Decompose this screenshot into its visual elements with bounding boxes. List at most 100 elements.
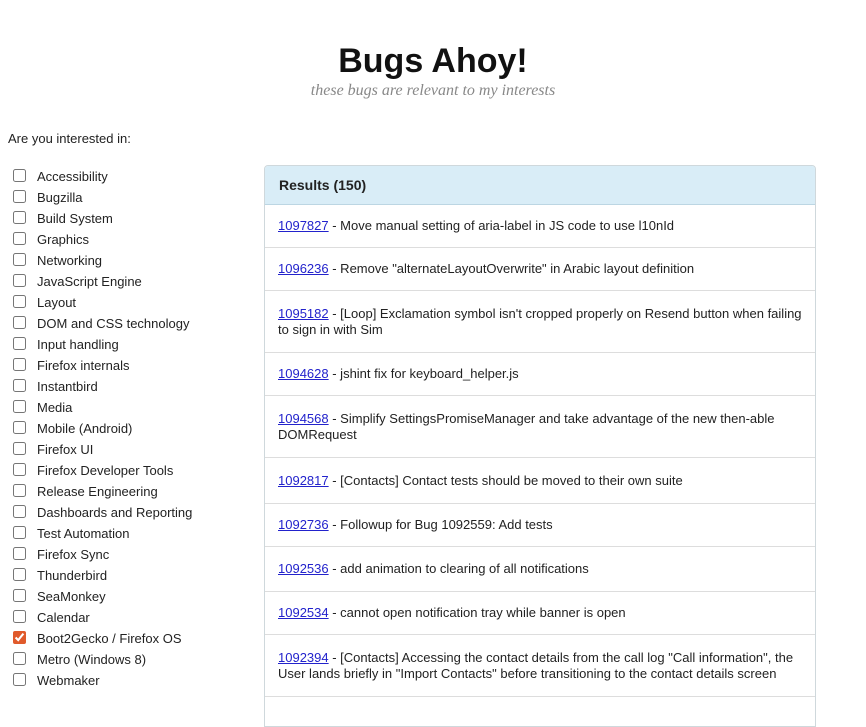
- bug-summary: - add animation to clearing of all notif…: [328, 561, 589, 576]
- results-header: Results (150): [265, 166, 815, 205]
- bug-text: 1095182 - [Loop] Exclamation symbol isn'…: [278, 306, 807, 338]
- topic-checkbox[interactable]: [13, 169, 26, 182]
- topic-checkbox[interactable]: [13, 379, 26, 392]
- topic-label: Release Engineering: [37, 484, 158, 499]
- page-title: Bugs Ahoy!: [338, 42, 528, 80]
- topic-label: Bugzilla: [37, 190, 83, 205]
- topic-checkbox[interactable]: [13, 610, 26, 623]
- topic-item[interactable]: Firefox internals: [12, 356, 252, 377]
- topic-label: Build System: [37, 211, 113, 226]
- topic-checkbox[interactable]: [13, 547, 26, 560]
- bug-row: 1096236 - Remove "alternateLayoutOverwri…: [265, 248, 815, 291]
- topic-item[interactable]: Thunderbird: [12, 566, 252, 587]
- topic-checkbox[interactable]: [13, 253, 26, 266]
- bug-link[interactable]: 1092736: [278, 517, 329, 532]
- topic-checkbox[interactable]: [13, 232, 26, 245]
- topic-item[interactable]: Instantbird: [12, 377, 252, 398]
- topic-checkbox[interactable]: [13, 589, 26, 602]
- topic-checkbox[interactable]: [13, 337, 26, 350]
- topic-checkbox[interactable]: [13, 505, 26, 518]
- bug-link[interactable]: 1092394: [278, 650, 329, 665]
- topic-item[interactable]: Mobile (Android): [12, 419, 252, 440]
- bug-row: 1097827 - Move manual setting of aria-la…: [265, 205, 815, 248]
- topic-label: Calendar: [37, 610, 90, 625]
- topic-checkbox[interactable]: [13, 568, 26, 581]
- topic-label: Input handling: [37, 337, 119, 352]
- bug-text: 1092534 - cannot open notification tray …: [278, 605, 626, 621]
- bug-link[interactable]: 1092534: [278, 605, 329, 620]
- topic-item[interactable]: Boot2Gecko / Firefox OS: [12, 629, 252, 650]
- topic-item[interactable]: Firefox UI: [12, 440, 252, 461]
- topic-item[interactable]: DOM and CSS technology: [12, 314, 252, 335]
- topic-label: Firefox UI: [37, 442, 94, 457]
- topic-checkbox[interactable]: [13, 526, 26, 539]
- topic-item[interactable]: Metro (Windows 8): [12, 650, 252, 671]
- bug-summary: - [Contacts] Contact tests should be mov…: [328, 472, 683, 488]
- topic-label: Thunderbird: [37, 568, 108, 583]
- bug-summary: - Followup for Bug 1092559: Add tests: [328, 517, 553, 532]
- topic-item[interactable]: Dashboards and Reporting: [12, 503, 252, 524]
- bug-row: 1094568 - Simplify SettingsPromiseManage…: [265, 396, 815, 458]
- topic-label: Layout: [37, 295, 77, 310]
- topic-checkbox[interactable]: [13, 463, 26, 476]
- bug-link[interactable]: 1096236: [278, 261, 329, 276]
- topic-item[interactable]: Networking: [12, 251, 252, 272]
- bug-text: 1094628 - jshint fix for keyboard_helper…: [278, 366, 519, 382]
- topic-checkbox[interactable]: [13, 358, 26, 371]
- topic-label: Instantbird: [37, 379, 98, 394]
- topic-checkbox[interactable]: [13, 190, 26, 203]
- bug-row: 1092394 - [Contacts] Accessing the conta…: [265, 635, 815, 697]
- topic-item[interactable]: Webmaker: [12, 671, 252, 692]
- bug-link[interactable]: 1094628: [278, 366, 329, 381]
- bug-link[interactable]: 1092817: [278, 473, 329, 488]
- bug-summary: - jshint fix for keyboard_helper.js: [328, 366, 519, 381]
- topic-label: DOM and CSS technology: [37, 316, 190, 331]
- bug-link[interactable]: 1092536: [278, 561, 329, 576]
- topic-checkbox-list: Accessibility Bugzilla Build System Graphic…: [12, 167, 252, 692]
- topic-item[interactable]: Calendar: [12, 608, 252, 629]
- topic-checkbox[interactable]: [13, 673, 26, 686]
- topic-checkbox[interactable]: [13, 211, 26, 224]
- bug-row: 1092736 - Followup for Bug 1092559: Add …: [265, 504, 815, 547]
- topic-item[interactable]: Build System: [12, 209, 252, 230]
- topic-item[interactable]: JavaScript Engine: [12, 272, 252, 293]
- topic-checkbox[interactable]: [13, 652, 26, 665]
- bug-row: 1094628 - jshint fix for keyboard_helper…: [265, 353, 815, 396]
- topic-item[interactable]: Release Engineering: [12, 482, 252, 503]
- bug-summary: - Remove "alternateLayoutOverwrite" in A…: [328, 261, 695, 276]
- topic-item[interactable]: Graphics: [12, 230, 252, 251]
- topic-item[interactable]: Layout: [12, 293, 252, 314]
- results-panel: Results (150) 1097827 - Move manual sett…: [264, 165, 816, 727]
- topic-label: Firefox internals: [37, 358, 130, 373]
- topic-checkbox[interactable]: [13, 442, 26, 455]
- topic-checkbox[interactable]: [13, 631, 26, 644]
- topic-checkbox[interactable]: [13, 421, 26, 434]
- bug-summary: - [Contacts] Accessing the contact detai…: [278, 649, 794, 681]
- topic-item[interactable]: Bugzilla: [12, 188, 252, 209]
- topic-label: Accessibility: [37, 169, 108, 184]
- bug-link[interactable]: 1095182: [278, 306, 329, 321]
- topic-item[interactable]: SeaMonkey: [12, 587, 252, 608]
- topic-item[interactable]: Firefox Developer Tools: [12, 461, 252, 482]
- topic-checkbox[interactable]: [13, 274, 26, 287]
- topic-checkbox[interactable]: [13, 484, 26, 497]
- topic-item[interactable]: Input handling: [12, 335, 252, 356]
- topic-item[interactable]: Test Automation: [12, 524, 252, 545]
- bug-text: 1092817 - [Contacts] Contact tests shoul…: [278, 473, 683, 489]
- topic-item[interactable]: Firefox Sync: [12, 545, 252, 566]
- bug-summary: - cannot open notification tray while ba…: [328, 605, 626, 620]
- topic-checkbox[interactable]: [13, 295, 26, 308]
- bug-summary: - [Loop] Exclamation symbol isn't croppe…: [278, 305, 802, 337]
- topic-label: Webmaker: [37, 673, 100, 688]
- bug-link[interactable]: 1097827: [278, 218, 329, 233]
- bug-summary: - Simplify SettingsPromiseManager and ta…: [278, 410, 775, 442]
- bug-text: 1092394 - [Contacts] Accessing the conta…: [278, 650, 807, 682]
- topic-item[interactable]: Media: [12, 398, 252, 419]
- topic-checkbox[interactable]: [13, 316, 26, 329]
- interests-prompt: Are you interested in:: [8, 131, 131, 146]
- bug-link[interactable]: 1094568: [278, 411, 329, 426]
- topic-checkbox[interactable]: [13, 400, 26, 413]
- bug-text: 1097827 - Move manual setting of aria-la…: [278, 218, 674, 234]
- topic-item[interactable]: Accessibility: [12, 167, 252, 188]
- topic-label: Networking: [37, 253, 103, 268]
